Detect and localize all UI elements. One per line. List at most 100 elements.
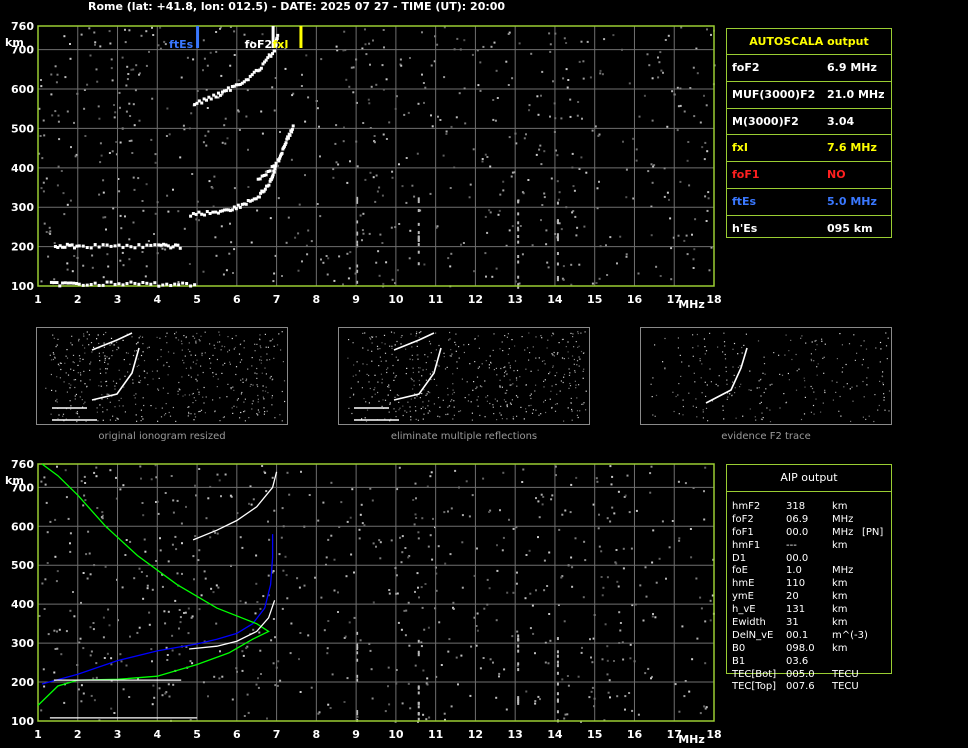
- thumb-noise: [112, 380, 115, 382]
- trace-point: [89, 246, 93, 250]
- thumb-noise: [251, 403, 253, 405]
- thumb-noise: [583, 368, 585, 370]
- thumb-noise: [192, 392, 194, 395]
- thumb-noise: [74, 398, 76, 400]
- thumb-noise: [506, 406, 508, 408]
- thumb-noise: [754, 416, 756, 418]
- thumb-noise: [256, 373, 258, 375]
- thumb-noise: [203, 402, 205, 404]
- thumb-noise: [101, 394, 103, 396]
- thumb-noise: [731, 395, 733, 397]
- thumb-noise: [190, 354, 192, 356]
- thumb-noise: [177, 339, 180, 341]
- thumb-noise: [543, 360, 545, 362]
- thumb-noise: [378, 365, 380, 367]
- thumb-noise: [709, 368, 711, 370]
- thumb-noise: [516, 379, 518, 381]
- thumb-noise: [202, 371, 204, 374]
- thumb-noise: [472, 389, 474, 391]
- thumb-noise: [389, 389, 392, 391]
- thumb-noise: [455, 333, 457, 335]
- thumb-noise: [389, 403, 391, 405]
- thumb-noise: [723, 341, 726, 343]
- thumb-noise: [765, 388, 767, 390]
- thumb-noise: [83, 370, 85, 372]
- thumb-noise: [201, 352, 203, 354]
- thumb-noise: [489, 402, 491, 405]
- thumb-noise: [103, 333, 105, 336]
- x-tick-label: 11: [428, 728, 443, 741]
- trace-point: [169, 283, 173, 287]
- thumb-noise: [64, 362, 66, 364]
- thumb-noise: [567, 341, 569, 343]
- thumb-noise: [867, 367, 869, 369]
- thumb-noise: [266, 359, 268, 361]
- thumb-noise: [813, 360, 815, 362]
- thumb-noise: [569, 385, 572, 387]
- thumb-noise: [531, 412, 534, 414]
- thumb-noise: [271, 379, 273, 381]
- thumb-noise: [813, 413, 815, 415]
- thumb-noise: [760, 395, 762, 397]
- thumb-noise: [71, 335, 73, 337]
- thumb-noise: [382, 399, 384, 401]
- thumb-noise: [398, 401, 400, 403]
- thumb-noise: [526, 347, 529, 349]
- thumb-noise: [77, 372, 79, 374]
- trace-point: [125, 282, 129, 286]
- thumb-noise: [427, 356, 429, 358]
- thumb-noise: [446, 366, 448, 368]
- thumb-noise: [352, 375, 354, 377]
- thumb-noise: [534, 390, 536, 392]
- trace-point: [203, 213, 207, 217]
- thumb-noise: [379, 356, 381, 358]
- thumb-noise: [143, 360, 146, 362]
- thumb-noise: [544, 379, 546, 381]
- thumb-noise: [474, 361, 476, 363]
- thumb-noise: [651, 396, 653, 398]
- thumb-noise: [532, 346, 534, 348]
- thumb-noise: [756, 387, 758, 389]
- thumb-noise: [73, 362, 75, 364]
- thumb-noise: [417, 419, 419, 421]
- thumb-noise: [504, 366, 506, 368]
- thumb-noise: [821, 340, 823, 342]
- thumb-noise: [478, 366, 480, 368]
- thumb-noise: [90, 342, 93, 344]
- thumb-noise: [262, 390, 264, 392]
- trace-point: [224, 89, 228, 93]
- thumb-noise: [114, 388, 116, 390]
- thumb-noise: [212, 372, 214, 374]
- thumb-noise: [374, 374, 376, 376]
- thumb-noise: [560, 380, 562, 382]
- trace-point: [145, 281, 149, 285]
- thumb-noise: [52, 358, 54, 361]
- thumb-noise: [112, 350, 114, 352]
- thumb-noise: [231, 407, 233, 409]
- autoscala-label: ftEs: [732, 194, 757, 208]
- noise-speckles: [38, 464, 715, 723]
- thumb-noise: [516, 385, 518, 387]
- thumb-noise: [118, 405, 121, 407]
- aip-unit: MHz: [832, 513, 854, 525]
- thumb-noise: [488, 364, 490, 366]
- thumb-noise: [80, 374, 82, 376]
- trace-point: [185, 281, 189, 285]
- thumb-noise: [805, 342, 807, 344]
- trace-point: [121, 245, 125, 249]
- thumb-noise: [260, 362, 262, 364]
- noise-speckles: [38, 26, 716, 289]
- thumb-noise: [244, 398, 246, 400]
- thumb-noise: [111, 343, 113, 345]
- thumb-noise: [415, 335, 417, 337]
- trace-point: [69, 281, 73, 285]
- trace-point: [269, 54, 273, 58]
- thumb-noise: [56, 376, 58, 378]
- autoscala-label: foF1: [732, 168, 760, 182]
- thumb-noise: [83, 333, 85, 335]
- thumb-noise: [364, 417, 366, 419]
- thumb-noise: [479, 385, 482, 387]
- thumb-noise: [70, 405, 72, 407]
- x-tick-label: 3: [114, 293, 122, 306]
- thumb-noise: [391, 347, 393, 349]
